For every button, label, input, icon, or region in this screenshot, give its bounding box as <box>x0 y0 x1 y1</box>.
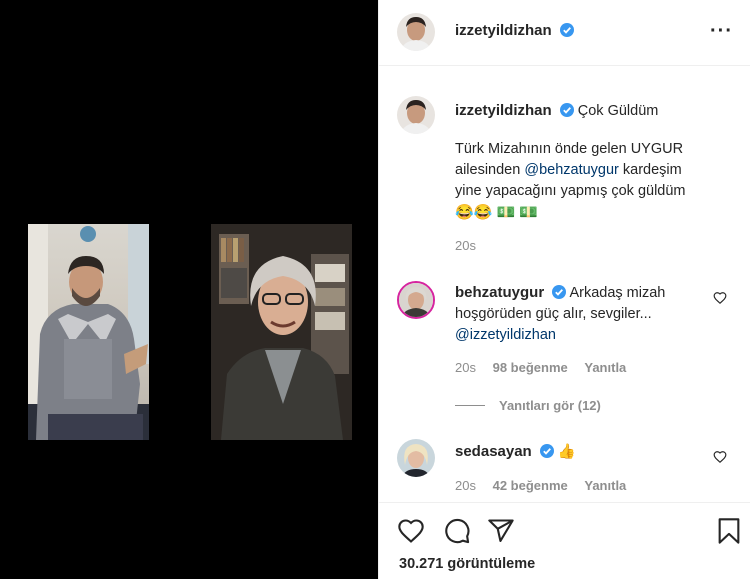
comment-username[interactable]: sedasayan <box>455 443 532 460</box>
heart-icon[interactable] <box>397 517 425 545</box>
comment-username[interactable]: behzatuygur <box>455 284 544 301</box>
post-media[interactable] <box>0 0 378 579</box>
comment-likes[interactable]: 42 beğenme <box>493 478 568 493</box>
caption: izzetyildizhan Çok Güldüm <box>455 100 735 122</box>
author-row: izzetyildizhan <box>455 22 575 40</box>
view-count[interactable]: 30.271 görüntüleme <box>399 556 535 572</box>
caption-title: Çok Güldüm <box>577 103 659 119</box>
heart-icon[interactable] <box>713 450 727 464</box>
caption-username[interactable]: izzetyildizhan <box>455 102 552 119</box>
comment-text-2: hoşgörüden güç alır, sevgiler... <box>455 306 652 322</box>
comment-sedasayan: sedasayan 👍 <box>455 441 576 463</box>
comment-behzatuygur: behzatuygur Arkadaş mizah hoşgörüden güç… <box>455 282 705 346</box>
verified-icon <box>559 103 574 117</box>
bookmark-icon[interactable] <box>715 517 743 545</box>
author-username[interactable]: izzetyildizhan <box>455 22 552 39</box>
comment-meta: 20s 42 beğenme Yanıtla <box>455 478 626 493</box>
comment-meta: 20s 98 beğenme Yanıtla <box>455 360 626 375</box>
comment-time[interactable]: 20s <box>455 478 476 493</box>
commenter-avatar-behzatuygur[interactable] <box>397 281 435 319</box>
caption-line-2: ailesinden <box>455 162 521 178</box>
verified-icon <box>560 23 575 37</box>
reply-button[interactable]: Yanıtla <box>584 478 626 493</box>
comment-likes[interactable]: 98 beğenme <box>493 360 568 375</box>
post-panel: izzetyildizhan ··· izzetyildizhan Çok Gü… <box>378 0 750 579</box>
post-actions: 30.271 görüntüleme <box>379 502 750 579</box>
view-replies-label[interactable]: Yanıtları gör (12) <box>499 398 601 413</box>
caption-line-3: yine yapacağını yapmış çok güldüm <box>455 183 686 199</box>
post-header: izzetyildizhan ··· <box>379 0 750 66</box>
caption-body: Türk Mizahının önde gelen UYGUR ailesind… <box>455 139 740 223</box>
comment-mention[interactable]: @izzetyildizhan <box>455 325 705 346</box>
heart-icon[interactable] <box>713 291 727 305</box>
comment-time[interactable]: 20s <box>455 360 476 375</box>
commenter-avatar-sedasayan[interactable] <box>397 439 435 477</box>
author-avatar[interactable] <box>397 13 435 51</box>
comment-emoji: 👍 <box>557 444 576 460</box>
reply-button[interactable]: Yanıtla <box>584 360 626 375</box>
verified-icon <box>552 285 567 299</box>
caption-line-2b: kardeşim <box>622 162 682 178</box>
caption-time[interactable]: 20s <box>455 238 476 253</box>
comment-text-1: Arkadaş mizah <box>569 285 666 301</box>
caption-emoji: 😂😂 💵 💵 <box>455 204 539 221</box>
more-icon[interactable]: ··· <box>710 20 733 43</box>
comment-icon[interactable] <box>443 517 471 545</box>
caption-author-avatar[interactable] <box>397 96 435 134</box>
share-icon[interactable] <box>487 517 515 545</box>
mention-link[interactable]: @behzatuygur <box>524 162 619 178</box>
video-right-person <box>211 224 352 440</box>
caption-line-1: Türk Mizahının önde gelen UYGUR <box>455 141 684 157</box>
view-replies[interactable]: Yanıtları gör (12) <box>455 398 601 413</box>
replies-divider <box>455 405 485 406</box>
verified-icon <box>539 444 554 458</box>
video-left-person <box>28 224 149 440</box>
